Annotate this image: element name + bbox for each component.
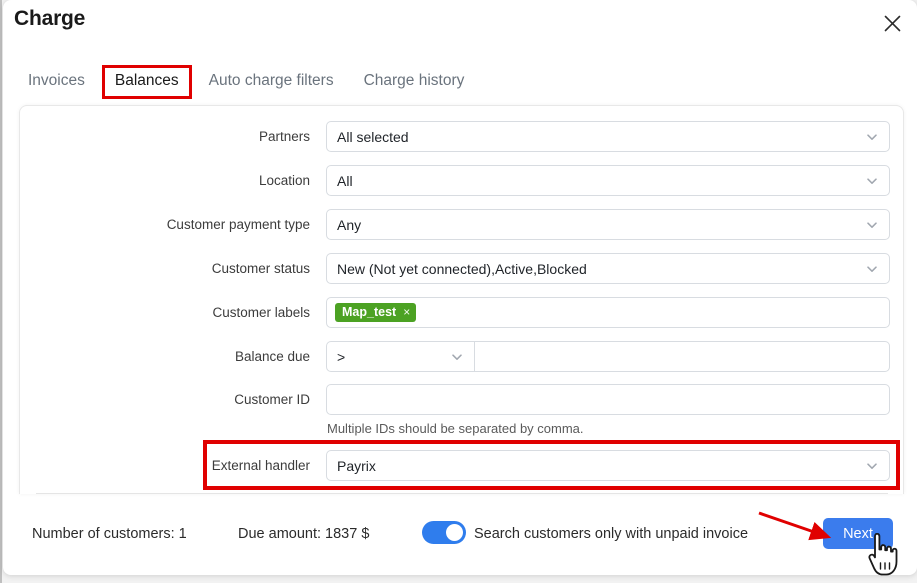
tab-balances[interactable]: Balances xyxy=(101,65,192,99)
chevron-down-icon xyxy=(865,459,879,473)
label-balance-due: Balance due xyxy=(234,349,310,364)
partners-select[interactable]: All selected xyxy=(326,121,890,152)
customer-status-value: New (Not yet connected),Active,Blocked xyxy=(337,260,587,277)
chevron-down-icon xyxy=(450,350,464,364)
unpaid-invoice-toggle-label: Search customers only with unpaid invoic… xyxy=(474,526,749,542)
location-select[interactable]: All xyxy=(326,165,890,196)
page-title: Charge xyxy=(14,7,86,30)
label-customer-status: Customer status xyxy=(211,261,310,276)
viewport-edge-line xyxy=(0,0,2,583)
due-amount-text: Due amount: 1837 $ xyxy=(238,526,370,542)
tab-bar: Invoices Balances Auto charge filters Ch… xyxy=(3,65,917,106)
label-customer-payment-type: Customer payment type xyxy=(166,217,310,232)
customer-id-helper-text: Multiple IDs should be separated by comm… xyxy=(327,421,584,436)
tag-label: Map_test xyxy=(342,304,397,319)
location-value: All xyxy=(337,172,353,189)
tab-invoices[interactable]: Invoices xyxy=(18,68,95,96)
chevron-down-icon xyxy=(865,262,879,276)
customer-labels-input[interactable]: Map_test × xyxy=(326,297,890,328)
tab-auto-charge-filters[interactable]: Auto charge filters xyxy=(199,68,344,96)
charge-modal: Charge Invoices Balances Auto charge fil… xyxy=(3,0,917,575)
label-location: Location xyxy=(258,173,310,188)
balance-due-operator-select[interactable]: > xyxy=(326,341,475,372)
close-icon xyxy=(883,14,902,33)
partners-value: All selected xyxy=(337,128,409,145)
chevron-down-icon xyxy=(865,130,879,144)
label-customer-id: Customer ID xyxy=(234,392,310,407)
chevron-down-icon xyxy=(865,174,879,188)
next-button[interactable]: Next xyxy=(823,518,893,549)
tab-charge-history[interactable]: Charge history xyxy=(354,68,475,96)
label-external-handler: External handler xyxy=(211,458,310,473)
balance-due-operator-value: > xyxy=(337,348,346,365)
chevron-down-icon xyxy=(865,218,879,232)
external-handler-value: Payrix xyxy=(337,457,376,474)
screen: Charge Invoices Balances Auto charge fil… xyxy=(0,0,917,583)
tag-chip[interactable]: Map_test × xyxy=(335,303,417,322)
number-of-customers-text: Number of customers: 1 xyxy=(32,526,187,542)
customer-status-select[interactable]: New (Not yet connected),Active,Blocked xyxy=(326,253,890,284)
tag-remove-icon[interactable]: × xyxy=(403,306,410,318)
customer-id-input[interactable] xyxy=(326,384,890,415)
label-customer-labels: Customer labels xyxy=(212,305,310,320)
footer-divider xyxy=(36,493,888,494)
external-handler-select[interactable]: Payrix xyxy=(326,450,890,481)
unpaid-invoice-toggle[interactable] xyxy=(422,521,466,544)
close-button[interactable] xyxy=(875,6,909,40)
toggle-knob xyxy=(446,524,463,541)
customer-payment-type-value: Any xyxy=(337,216,362,233)
label-partners: Partners xyxy=(258,129,310,144)
customer-payment-type-select[interactable]: Any xyxy=(326,209,890,240)
balance-due-value-input[interactable] xyxy=(475,341,890,372)
